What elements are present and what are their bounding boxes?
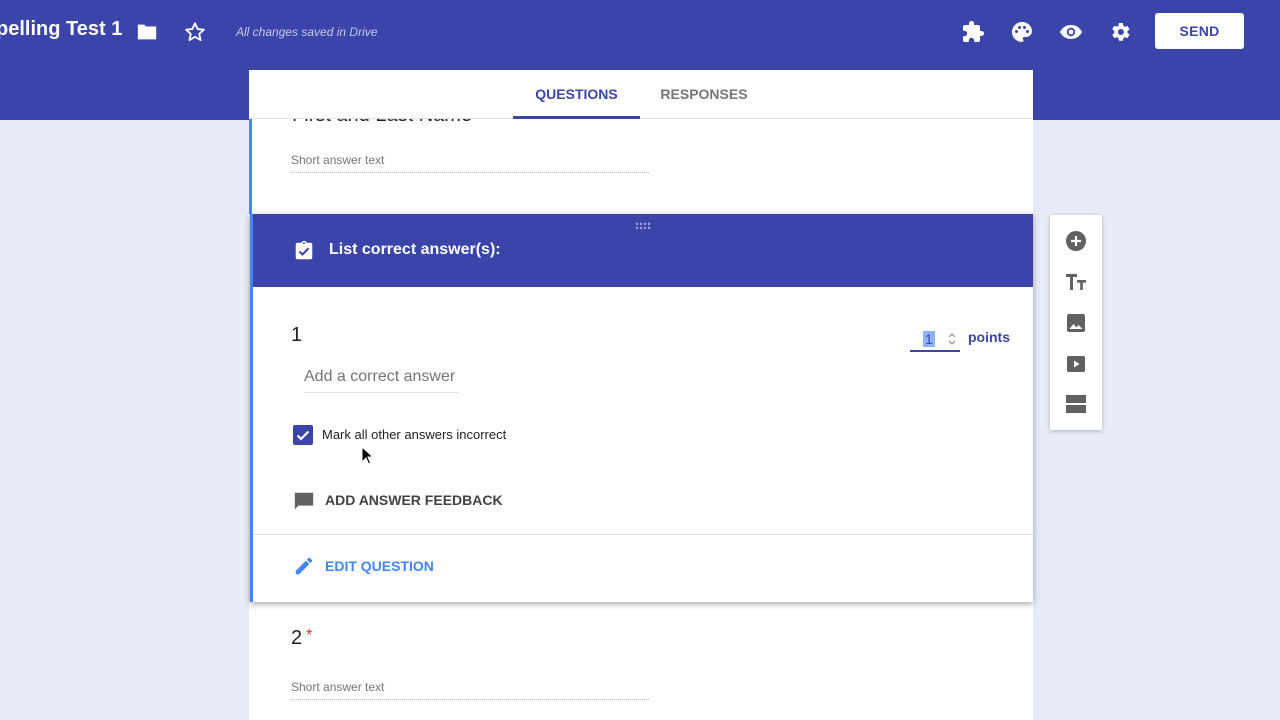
send-button[interactable]: SEND — [1155, 13, 1244, 49]
video-icon[interactable] — [1064, 352, 1088, 376]
mark-incorrect-checkbox[interactable] — [293, 425, 313, 445]
pencil-icon — [295, 557, 313, 575]
required-asterisk: * — [306, 627, 313, 644]
star-icon[interactable] — [184, 21, 206, 43]
save-status: All changes saved in Drive — [236, 25, 378, 39]
divider — [253, 534, 1033, 535]
title-text-icon[interactable] — [1064, 270, 1088, 294]
answer-key-card: List correct answer(s): 1 1 points Add a… — [250, 214, 1033, 602]
comment-icon — [294, 492, 314, 510]
form-title[interactable]: pelling Test 1 — [0, 18, 122, 41]
points-value: 1 — [923, 331, 935, 347]
section-icon[interactable] — [1064, 392, 1088, 416]
question-toolbar — [1050, 215, 1102, 430]
question-number-text: 2 — [291, 627, 303, 649]
short-answer-placeholder: Short answer text — [291, 153, 649, 173]
feedback-label: ADD ANSWER FEEDBACK — [325, 492, 503, 508]
eye-icon[interactable] — [1059, 20, 1083, 44]
mouse-pointer-icon — [361, 446, 375, 465]
tab-responses[interactable]: RESPONSES — [649, 70, 759, 119]
question-number: 2 * — [291, 627, 312, 650]
gear-icon[interactable] — [1108, 20, 1132, 44]
tab-questions[interactable]: QUESTIONS — [513, 70, 640, 119]
palette-icon[interactable] — [1010, 20, 1034, 44]
image-icon[interactable] — [1064, 311, 1088, 335]
puzzle-icon[interactable] — [961, 20, 985, 44]
mark-incorrect-label[interactable]: Mark all other answers incorrect — [322, 427, 506, 442]
add-correct-answer-input[interactable]: Add a correct answer — [304, 368, 459, 393]
drag-handle-icon[interactable] — [635, 222, 651, 230]
points-input[interactable]: 1 — [910, 330, 960, 352]
question-card-previous[interactable]: First and Last Name Short answer text — [249, 119, 1033, 214]
answer-key-title: List correct answer(s): — [329, 241, 501, 258]
spinner-arrows-icon[interactable] — [947, 331, 957, 347]
checkmark-icon — [296, 430, 310, 441]
add-question-icon[interactable] — [1064, 229, 1088, 253]
question-number: 1 — [291, 324, 303, 346]
edit-question-label: EDIT QUESTION — [325, 558, 434, 574]
question-card-next[interactable]: 2 * Short answer text — [249, 602, 1033, 720]
tab-bar: QUESTIONS RESPONSES — [249, 70, 1033, 119]
question-title: First and Last Name — [292, 119, 472, 127]
clipboard-check-icon — [295, 240, 313, 260]
points-label: points — [968, 329, 1010, 345]
short-answer-placeholder: Short answer text — [291, 680, 649, 700]
active-tab-indicator — [513, 116, 640, 119]
answer-key-header: List correct answer(s): — [253, 214, 1033, 287]
folder-icon[interactable] — [136, 22, 158, 42]
form-editor: QUESTIONS RESPONSES First and Last Name … — [249, 70, 1033, 720]
